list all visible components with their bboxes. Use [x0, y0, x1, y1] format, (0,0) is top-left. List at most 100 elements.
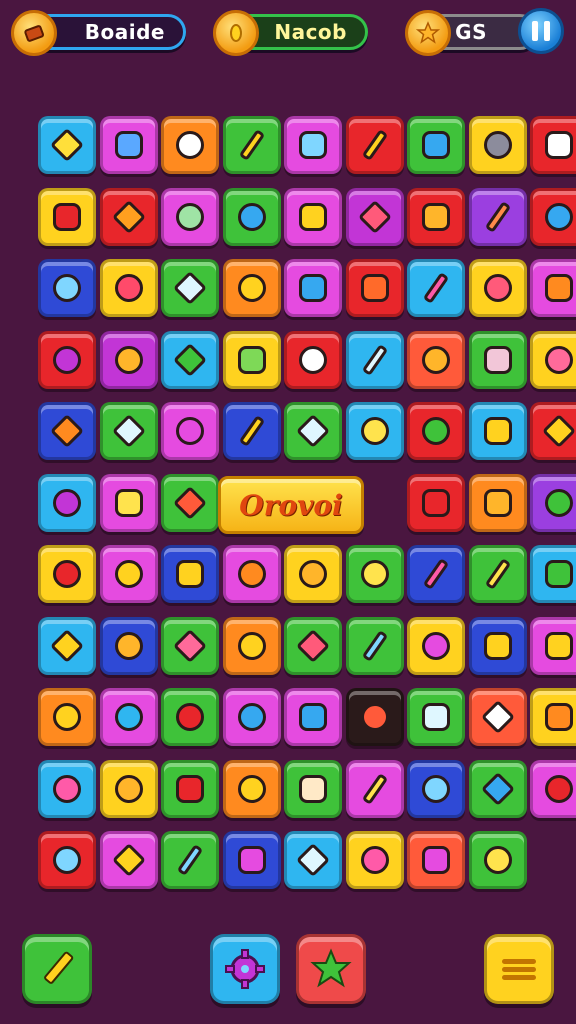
tile-clipboard[interactable]	[100, 474, 158, 532]
tile-note[interactable]	[223, 831, 281, 889]
tile-ticket[interactable]	[284, 259, 342, 317]
tile-carrot[interactable]	[38, 402, 96, 460]
tile-heart[interactable]	[161, 617, 219, 675]
tile-bow[interactable]	[38, 617, 96, 675]
tile-gem[interactable]	[100, 259, 158, 317]
tile-cat[interactable]	[284, 545, 342, 603]
tile-phone[interactable]	[100, 116, 158, 174]
tile-marker[interactable]	[346, 617, 404, 675]
star-button[interactable]	[296, 934, 366, 1004]
tile-basket[interactable]	[530, 545, 576, 603]
tile-wheel[interactable]	[38, 831, 96, 889]
tile-monster[interactable]	[284, 188, 342, 246]
tile-cloud[interactable]	[530, 617, 576, 675]
tile-gift[interactable]	[469, 474, 527, 532]
tile-lemon[interactable]	[346, 402, 404, 460]
tile-bucket[interactable]	[469, 331, 527, 389]
tile-tag[interactable]	[284, 116, 342, 174]
tile-chair[interactable]	[469, 688, 527, 746]
tile-splat[interactable]	[161, 402, 219, 460]
tile-cube[interactable]	[407, 116, 465, 174]
tile-pencil[interactable]	[469, 545, 527, 603]
tile-apple[interactable]	[530, 760, 576, 818]
tile-lantern[interactable]	[530, 259, 576, 317]
tile-balloon[interactable]	[346, 545, 404, 603]
tile-star[interactable]	[284, 331, 342, 389]
tile-egg[interactable]	[100, 760, 158, 818]
tile-pencil[interactable]	[223, 116, 281, 174]
tile-pig[interactable]	[469, 259, 527, 317]
tile-gift[interactable]	[530, 688, 576, 746]
tile-leaf[interactable]	[38, 116, 96, 174]
tile-lemon[interactable]	[469, 831, 527, 889]
tile-shell[interactable]	[223, 545, 281, 603]
tile-hammer[interactable]	[223, 402, 281, 460]
tile-balloon[interactable]	[38, 760, 96, 818]
tile-apple[interactable]	[530, 188, 576, 246]
tile-magnifier[interactable]	[530, 474, 576, 532]
tile-bucket[interactable]	[407, 688, 465, 746]
tile-gem[interactable]	[284, 617, 342, 675]
pencil-button[interactable]	[22, 934, 92, 1004]
tile-splash[interactable]	[223, 688, 281, 746]
tile-balloon[interactable]	[407, 402, 465, 460]
tile-bulb[interactable]	[38, 688, 96, 746]
tile-bear[interactable]	[530, 331, 576, 389]
tile-pencil[interactable]	[161, 831, 219, 889]
tile-alien[interactable]	[161, 188, 219, 246]
tile-eraser[interactable]	[161, 259, 219, 317]
tile-marker[interactable]	[407, 259, 465, 317]
special-word-tile[interactable]: Orovoi	[218, 476, 364, 534]
tile-apple[interactable]	[38, 545, 96, 603]
tile-splat[interactable]	[38, 474, 96, 532]
tile-crayon[interactable]	[407, 545, 465, 603]
tile-cube[interactable]	[161, 545, 219, 603]
tile-face[interactable]	[469, 116, 527, 174]
tile-clipboard[interactable]	[284, 760, 342, 818]
tile-smile[interactable]	[223, 259, 281, 317]
tile-fish[interactable]	[100, 402, 158, 460]
tile-cheese[interactable]	[100, 188, 158, 246]
tile-box[interactable]	[346, 259, 404, 317]
tile-firework[interactable]	[346, 688, 404, 746]
tile-pencil[interactable]	[346, 116, 404, 174]
tile-pen[interactable]	[346, 331, 404, 389]
tile-jar[interactable]	[469, 402, 527, 460]
tile-gear[interactable]	[223, 188, 281, 246]
tile-leaf[interactable]	[100, 831, 158, 889]
gear-button[interactable]	[210, 934, 280, 1004]
tile-target[interactable]	[161, 116, 219, 174]
tile-bag[interactable]	[407, 474, 465, 532]
tile-balloon[interactable]	[38, 331, 96, 389]
tile-balloon[interactable]	[346, 831, 404, 889]
tile-sun[interactable]	[100, 545, 158, 603]
tile-gear[interactable]	[100, 617, 158, 675]
tile-battery[interactable]	[223, 331, 281, 389]
tile-bear[interactable]	[223, 760, 281, 818]
tile-lollipop[interactable]	[407, 617, 465, 675]
tile-ghost[interactable]	[407, 760, 465, 818]
tile-leaf[interactable]	[530, 402, 576, 460]
tile-smile[interactable]	[223, 617, 281, 675]
tile-flower[interactable]	[100, 331, 158, 389]
tile-ring[interactable]	[100, 688, 158, 746]
tile-tag[interactable]	[284, 688, 342, 746]
tile-box[interactable]	[161, 760, 219, 818]
tile-cherry[interactable]	[161, 688, 219, 746]
tile-shard[interactable]	[284, 402, 342, 460]
tile-frame[interactable]	[38, 188, 96, 246]
tile-crayon[interactable]	[469, 188, 527, 246]
tile-ring[interactable]	[38, 259, 96, 317]
tile-jar[interactable]	[407, 188, 465, 246]
tile-bottle[interactable]	[469, 617, 527, 675]
tile-chart[interactable]	[530, 116, 576, 174]
tile-feather[interactable]	[161, 474, 219, 532]
tile-gem[interactable]	[284, 831, 342, 889]
tile-feather[interactable]	[469, 760, 527, 818]
menu-button[interactable]	[484, 934, 554, 1004]
tile-heart[interactable]	[346, 188, 404, 246]
tile-leaf[interactable]	[161, 331, 219, 389]
tile-pencil[interactable]	[346, 760, 404, 818]
tile-book[interactable]	[407, 831, 465, 889]
tile-spiral[interactable]	[407, 331, 465, 389]
